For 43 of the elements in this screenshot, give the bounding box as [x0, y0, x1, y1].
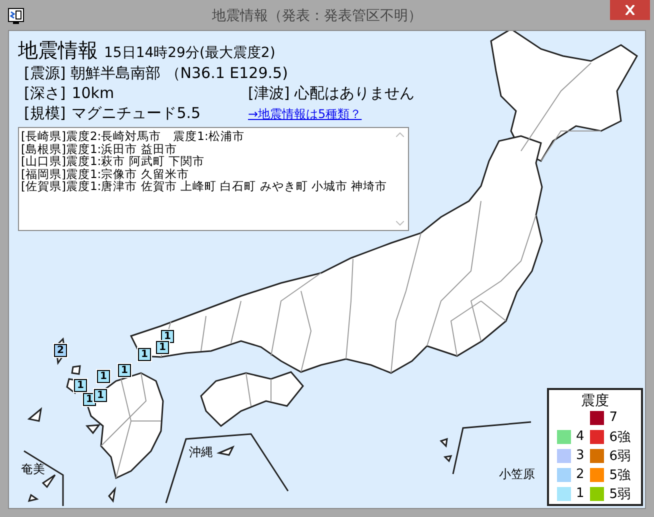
observation-line: [佐賀県]震度1:唐津市 佐賀市 上峰町 白石町 みやき町 小城市 神埼市: [21, 180, 388, 192]
legend-label: 5強: [609, 466, 631, 484]
observation-line: [福岡県]震度1:宗像市 久留米市: [21, 168, 190, 180]
region-label: 奄美: [21, 461, 45, 478]
legend-label: 3: [576, 448, 584, 463]
legend-label: 6強: [609, 428, 631, 446]
observation-line: [長崎県]震度2:長崎対馬市 震度1:松浦市: [21, 130, 246, 142]
intensity-marker: 1: [94, 389, 107, 402]
intensity-marker: 1: [74, 379, 87, 392]
intensity-marker: 2: [54, 344, 67, 357]
observation-line: [島根県]震度1:浜田市 益田市: [21, 142, 178, 155]
info-link[interactable]: →地震情報は5種類？: [248, 106, 362, 123]
legend-title: 震度: [580, 392, 610, 410]
intensity-marker: 1: [97, 370, 110, 383]
magnitude-value: マグニチュード5.5: [72, 104, 201, 123]
intensity-marker: 1: [138, 348, 151, 361]
region-label: 小笠原: [499, 466, 535, 483]
scroll-up-icon: [396, 132, 404, 137]
app-icon: [8, 8, 24, 24]
scroll-down-icon: [396, 221, 404, 226]
window-title: 地震情報（発表：発表管区不明）: [211, 7, 423, 25]
observation-line: [山口県]震度1:萩市 阿武町 下関市: [21, 155, 206, 168]
close-icon: [624, 5, 636, 15]
depth-value: 10km: [72, 84, 114, 103]
legend-label: 2: [576, 467, 584, 482]
magnitude-label: [規模]: [24, 104, 66, 123]
intensity-marker: 1: [156, 341, 169, 354]
tsunami-label: [津波]: [248, 84, 290, 103]
depth-label: [深さ]: [24, 84, 66, 103]
legend-label: 6弱: [609, 448, 631, 464]
info-time: 15日14時29分(最大震度2): [104, 44, 276, 62]
observation-list[interactable]: [長崎県]震度2:長崎対馬市 震度1:松浦市 [島根県]震度1:浜田市 益田市 [山口県]震度1:萩市 阿武町 下関市 [福岡県]震度1:宗像市 久留米市 [佐賀県]震度1:唐津市 佐賀市 上峰町 白石町 みやき町 小城市 神埼市: [18, 127, 409, 231]
intensity-marker: 1: [118, 364, 131, 377]
tsunami-value: 心配はありません: [294, 84, 414, 103]
region-label: 沖縄: [189, 444, 213, 461]
close-button[interactable]: [610, 0, 650, 20]
epicenter-value: 朝鮮半島南部 （N36.1 E129.5): [70, 64, 288, 83]
legend-label: 1: [576, 486, 584, 501]
legend-label: 4: [576, 429, 584, 444]
info-title: 地震情報: [18, 37, 98, 64]
epicenter-label: [震源]: [24, 64, 66, 83]
legend-label: 5弱: [609, 486, 631, 502]
legend-label: 7: [609, 410, 618, 425]
